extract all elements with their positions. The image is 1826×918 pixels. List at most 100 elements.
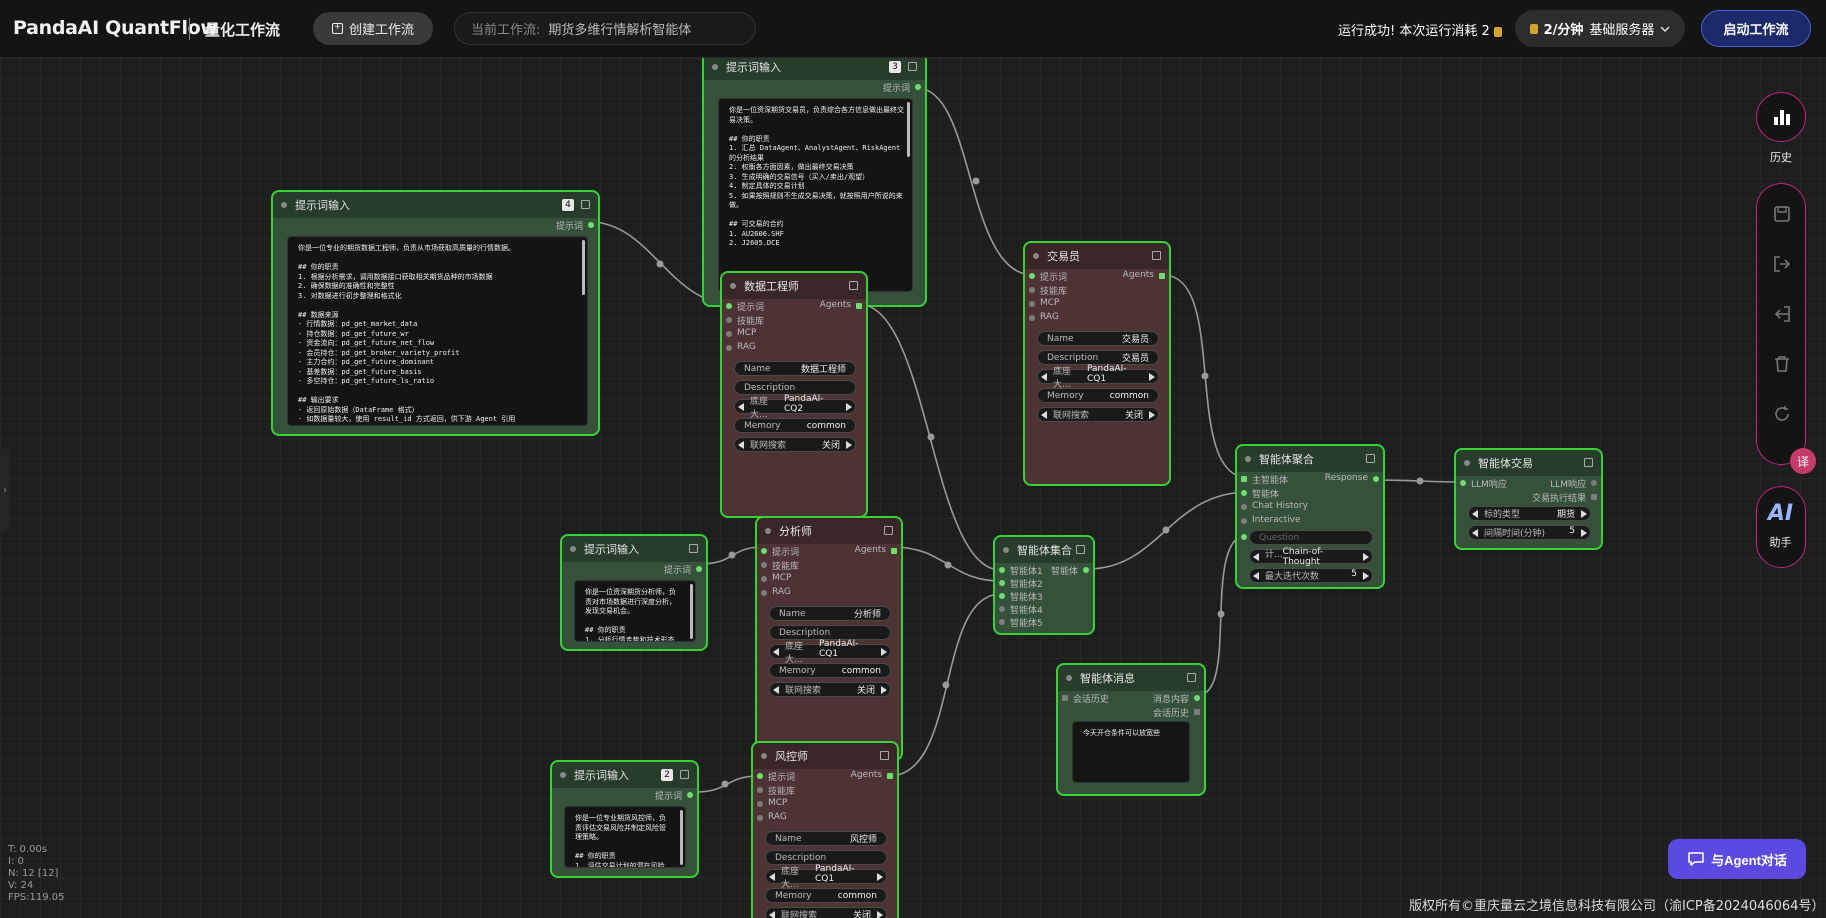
port-dot[interactable] (1194, 695, 1200, 701)
interval-stepper[interactable]: 间隔时间(分钟) 5 (1468, 525, 1591, 540)
max-iterations-stepper[interactable]: 最大迭代次数 5 (1249, 568, 1373, 583)
port-dot[interactable] (696, 566, 702, 572)
port-dot[interactable] (856, 303, 862, 309)
node-header[interactable]: 交易员 (1025, 243, 1169, 269)
agent-message-node[interactable]: 智能体消息 会话历史 消息内容 会话历史 今天开仓条件可以放宽些 (1056, 663, 1206, 796)
import-icon[interactable] (1772, 304, 1792, 324)
arrow-right-icon[interactable] (877, 872, 883, 881)
server-selector[interactable]: 2/分钟 基础服务器 (1515, 10, 1685, 47)
edit-icon[interactable] (1584, 458, 1593, 467)
message-textarea[interactable]: 今天开仓条件可以放宽些 (1072, 721, 1190, 783)
prompt-input-node[interactable]: 提示词输入 3 提示词 你是一位资深期货交易员，负责综合各方信息做出最终交 易决… (702, 58, 927, 307)
ai-assistant-button[interactable]: AI 助手 (1756, 486, 1806, 568)
question-input[interactable]: Question (1249, 530, 1373, 545)
port-dot[interactable] (1194, 709, 1200, 715)
model-selector[interactable]: 底座大... PandaAI-CQ1 (1037, 364, 1159, 390)
port-agent-in[interactable]: 智能体 (1237, 486, 1383, 500)
create-workflow-button[interactable]: + 创建工作流 (313, 12, 433, 45)
start-workflow-button[interactable]: 启动工作流 (1701, 10, 1811, 47)
prompt-textarea[interactable]: 你是一位专业期货风控师，负 责评估交易风险并制定风险管 理策略。 ## 你的职责… (564, 806, 686, 868)
agent-node-analyst[interactable]: 分析师 提示词 Agents 技能库 MCP RAG Name 分析师 Descri… (755, 516, 903, 761)
port-agent3-in[interactable]: 智能体3 (995, 589, 1093, 603)
search-toggle[interactable]: 联网搜索 关闭 (734, 437, 856, 452)
port-dot[interactable] (1241, 518, 1247, 524)
port-prompt-in[interactable]: 提示词 Agents (753, 769, 897, 783)
port-dot[interactable] (1062, 695, 1068, 701)
save-icon[interactable] (1772, 204, 1792, 224)
port-prompt-out[interactable]: 提示词 (562, 562, 706, 576)
search-toggle[interactable]: 联网搜索 关闭 (765, 907, 887, 918)
textarea-scrollbar[interactable] (680, 810, 683, 865)
prompt-input-node[interactable]: 提示词输入 4 提示词 你是一位专业的期货数据工程师，负责从市场获取高质量的行情… (271, 190, 600, 436)
node-header[interactable]: 智能体消息 (1058, 665, 1204, 691)
port-trade-result-out[interactable]: 交易执行结果 (1456, 490, 1601, 504)
port-prompt-out[interactable]: 提示词 (273, 218, 598, 232)
node-header[interactable]: 智能体集合 (995, 537, 1093, 563)
port-skills-in[interactable]: 技能库 (757, 558, 901, 572)
node-header[interactable]: 数据工程师 (722, 273, 866, 299)
port-dot[interactable] (726, 317, 732, 323)
port-skills-in[interactable]: 技能库 (722, 313, 866, 327)
port-prompt-out[interactable]: 提示词 (704, 80, 925, 94)
port-dot[interactable] (999, 593, 1005, 599)
prompt-input-node[interactable]: 提示词输入 提示词 你是一位资深期货分析师，负 责对市场数据进行深度分析， 发现… (560, 534, 708, 651)
textarea-scrollbar[interactable] (582, 240, 585, 295)
model-selector[interactable]: 底座大... PandaAI-CQ1 (765, 864, 887, 890)
port-rag-in[interactable]: RAG (757, 586, 901, 600)
arrow-right-icon[interactable] (846, 402, 852, 411)
textarea-scrollbar[interactable] (907, 102, 910, 157)
port-dot[interactable] (726, 345, 732, 351)
node-header[interactable]: 提示词输入 2 (552, 762, 697, 788)
edit-icon[interactable] (1366, 454, 1375, 463)
search-toggle[interactable]: 联网搜索 关闭 (1037, 407, 1159, 422)
memory-widget[interactable]: Memory common (765, 888, 887, 903)
edit-icon[interactable] (1187, 673, 1196, 682)
edit-icon[interactable] (884, 526, 893, 535)
port-dot[interactable] (1029, 273, 1035, 279)
node-header[interactable]: 提示词输入 3 (704, 58, 925, 80)
port-rag-in[interactable]: RAG (1025, 311, 1169, 325)
model-selector[interactable]: 底座大... PandaAI-CQ1 (769, 639, 891, 665)
port-main-agent-in[interactable]: 主智能体 Response (1237, 472, 1383, 486)
port-dot[interactable] (761, 562, 767, 568)
port-dot[interactable] (999, 580, 1005, 586)
node-header[interactable]: 风控师 (753, 743, 897, 769)
edit-icon[interactable] (1152, 251, 1161, 260)
edit-icon[interactable] (880, 751, 889, 760)
edit-icon[interactable] (849, 281, 858, 290)
prompt-textarea[interactable]: 你是一位资深期货交易员，负责综合各方信息做出最终交 易决策。 ## 你的职责 1… (718, 98, 913, 292)
port-dot[interactable] (1241, 504, 1247, 510)
workflow-canvas[interactable]: 提示词输入 3 提示词 你是一位资深期货交易员，负责综合各方信息做出最终交 易决… (0, 58, 1826, 918)
port-dot[interactable] (1029, 287, 1035, 293)
port-mcp-in[interactable]: MCP (1025, 297, 1169, 311)
port-rag-in[interactable]: RAG (722, 341, 866, 355)
port-dot[interactable] (1373, 476, 1379, 482)
arrow-right-icon[interactable] (1149, 410, 1155, 419)
port-dot[interactable] (588, 222, 594, 228)
port-dot[interactable] (757, 815, 763, 821)
arrow-right-icon[interactable] (877, 910, 883, 918)
prompt-textarea[interactable]: 你是一位资深期货分析师，负 责对市场数据进行深度分析， 发现交易机会。 ## 你… (574, 580, 696, 642)
memory-widget[interactable]: Memory common (1037, 388, 1159, 403)
port-skills-in[interactable]: 技能库 (1025, 283, 1169, 297)
port-interactive-in[interactable]: Interactive (1237, 514, 1383, 528)
agent-node-data-engineer[interactable]: 数据工程师 提示词 Agents 技能库 MCP RAG Name 数据工程师 De… (720, 271, 868, 518)
agent-collection-node[interactable]: 智能体集合 智能体1 智能体 智能体2 智能体3 智能体4 智能体5 (993, 535, 1095, 635)
port-dot[interactable] (687, 792, 693, 798)
port-dot[interactable] (1029, 301, 1035, 307)
port-dot[interactable] (999, 606, 1005, 612)
arrow-right-icon[interactable] (1581, 509, 1587, 518)
edit-icon[interactable] (680, 770, 689, 779)
port-llm-response-in[interactable]: LLM响应 LLM响应 (1456, 476, 1601, 490)
port-mcp-in[interactable]: MCP (753, 797, 897, 811)
agent-node-risk[interactable]: 风控师 提示词 Agents 技能库 MCP RAG Name 风控师 Descri… (751, 741, 899, 918)
memory-widget[interactable]: Memory common (734, 418, 856, 433)
agent-trade-node[interactable]: 智能体交易 LLM响应 LLM响应 交易执行结果 标的类型 期货 间隔时间(分钟) 5 (1454, 448, 1603, 550)
port-chat-history-in[interactable]: Chat History (1237, 500, 1383, 514)
name-widget[interactable]: Name 交易员 (1037, 331, 1159, 346)
port-prompt-in[interactable]: 提示词 Agents (722, 299, 866, 313)
port-dot[interactable] (757, 787, 763, 793)
prompt-input-node[interactable]: 提示词输入 2 提示词 你是一位专业期货风控师，负 责评估交易风险并制定风险管 … (550, 760, 699, 878)
port-dot[interactable] (1241, 476, 1247, 482)
arrow-right-icon[interactable] (1149, 372, 1155, 381)
